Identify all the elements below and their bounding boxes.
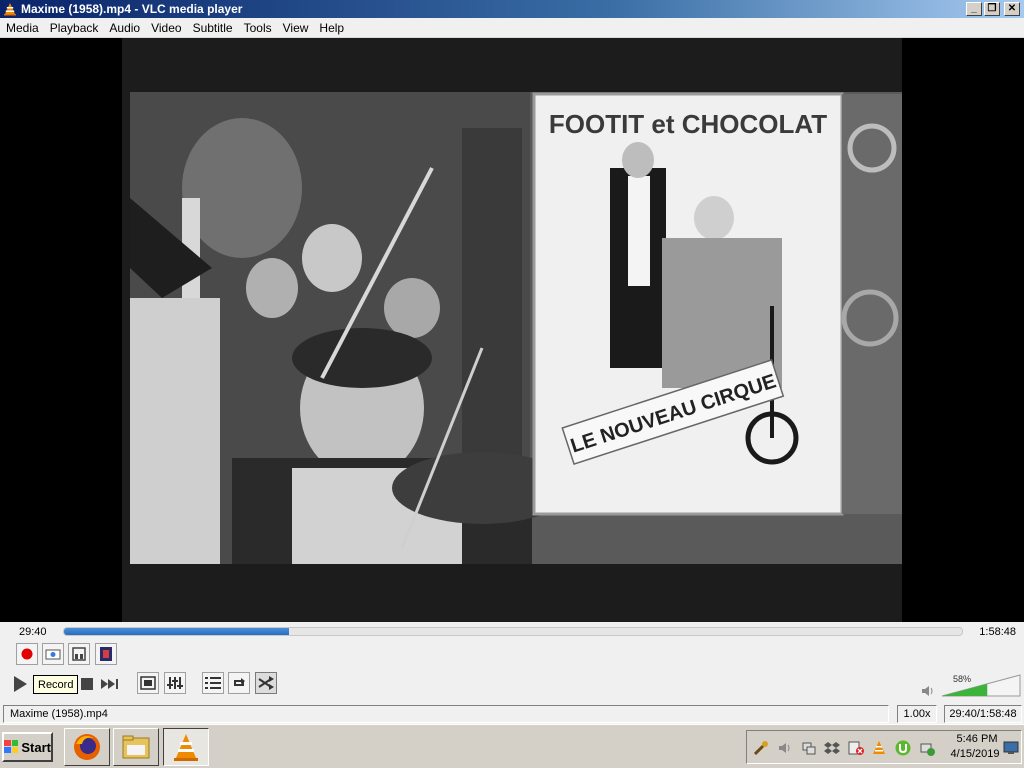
tray-tools-icon[interactable] — [753, 740, 769, 756]
next-track-icon — [101, 679, 118, 689]
loop-ab-icon — [72, 647, 86, 661]
window-title: Maxime (1958).mp4 - VLC media player — [21, 2, 243, 16]
taskbar-explorer[interactable] — [113, 728, 159, 766]
window-titlebar[interactable]: Maxime (1958).mp4 - VLC media player _ ❐… — [0, 0, 1024, 18]
minimize-icon: _ — [971, 3, 977, 14]
start-label: Start — [21, 739, 51, 755]
seek-row: 29:40 1:58:48 — [0, 622, 1024, 642]
record-icon — [21, 648, 33, 660]
folder-icon — [122, 735, 150, 759]
tray-network-status-icon[interactable] — [919, 740, 935, 756]
menu-video[interactable]: Video — [146, 18, 186, 38]
total-time[interactable]: 1:58:48 — [979, 626, 1016, 638]
clock-date[interactable]: 4/15/2019 — [947, 748, 1003, 760]
playlist-button[interactable] — [202, 672, 224, 694]
menu-media[interactable]: Media — [1, 18, 44, 38]
menu-playback[interactable]: Playback — [45, 18, 104, 38]
taskbar: Start 5:46 PM 4/15/2019 — [0, 724, 1024, 768]
volume-icon[interactable] — [921, 684, 935, 698]
shuffle-button[interactable] — [255, 672, 277, 694]
menu-help[interactable]: Help — [314, 18, 349, 38]
taskbar-firefox[interactable] — [64, 728, 110, 766]
stop-button[interactable] — [76, 673, 98, 695]
play-icon — [14, 676, 27, 692]
record-tooltip: Record — [33, 675, 79, 694]
playback-speed[interactable]: 1.00x — [897, 705, 937, 723]
playlist-icon — [205, 677, 221, 689]
snapshot-icon — [45, 649, 61, 660]
seek-slider[interactable] — [63, 627, 963, 636]
system-tray: 5:46 PM 4/15/2019 — [746, 730, 1022, 764]
controls-panel: 29:40 1:58:48 58% — [0, 622, 1024, 704]
snapshot-button[interactable] — [42, 643, 64, 665]
close-icon: ✕ — [1007, 3, 1017, 14]
extended-settings-button[interactable] — [164, 672, 186, 694]
menu-audio[interactable]: Audio — [104, 18, 145, 38]
video-frame[interactable]: FOOTIT et CHOCOLAT LE NOUVEAU CIRQUE — [122, 38, 902, 622]
minimize-button[interactable]: _ — [966, 2, 982, 16]
tray-utorrent-icon[interactable] — [895, 740, 911, 756]
menu-tools[interactable]: Tools — [239, 18, 277, 38]
stop-icon — [81, 678, 93, 690]
close-button[interactable]: ✕ — [1004, 2, 1020, 16]
seek-progress — [64, 628, 289, 635]
equalizer-icon — [167, 677, 183, 689]
loop-button[interactable] — [228, 672, 250, 694]
play-button[interactable] — [6, 671, 34, 697]
record-button[interactable] — [16, 643, 38, 665]
tray-network-icon[interactable] — [801, 740, 817, 756]
next-button[interactable] — [100, 673, 122, 695]
loop-ab-button[interactable] — [68, 643, 90, 665]
start-button[interactable]: Start — [2, 732, 53, 762]
menu-view[interactable]: View — [278, 18, 314, 38]
restore-icon: ❐ — [987, 3, 997, 14]
menu-bar: Media Playback Audio Video Subtitle Tool… — [0, 18, 1024, 38]
video-area[interactable]: FOOTIT et CHOCOLAT LE NOUVEAU CIRQUE — [0, 38, 1024, 622]
status-time[interactable]: 29:40/1:58:48 — [944, 705, 1022, 723]
fullscreen-button[interactable] — [137, 672, 159, 694]
windows-logo-icon — [4, 740, 19, 753]
tray-dropbox-icon[interactable] — [824, 740, 840, 756]
frame-by-frame-icon — [100, 647, 112, 661]
tray-vlc-icon[interactable] — [871, 740, 887, 756]
fullscreen-icon — [140, 676, 156, 690]
firefox-icon — [74, 734, 100, 760]
vlc-cone-icon — [4, 3, 16, 16]
video-still: FOOTIT et CHOCOLAT LE NOUVEAU CIRQUE — [122, 38, 902, 622]
restore-button[interactable]: ❐ — [984, 2, 1000, 16]
show-desktop-icon[interactable] — [1003, 740, 1019, 756]
tray-security-alert-icon[interactable] — [848, 740, 864, 756]
menu-subtitle[interactable]: Subtitle — [188, 18, 238, 38]
status-filename: Maxime (1958).mp4 — [3, 705, 889, 723]
elapsed-time: 29:40 — [19, 626, 47, 638]
loop-icon — [234, 678, 245, 686]
tray-volume-icon[interactable] — [777, 740, 793, 756]
clock-time[interactable]: 5:46 PM — [955, 733, 999, 745]
volume-slider[interactable] — [940, 673, 1022, 697]
poster-title: FOOTIT et CHOCOLAT — [549, 109, 827, 139]
frame-by-frame-button[interactable] — [95, 643, 117, 665]
taskbar-vlc[interactable] — [163, 728, 209, 766]
shuffle-icon — [258, 676, 274, 690]
vlc-cone-icon — [174, 734, 198, 761]
status-bar: Maxime (1958).mp4 1.00x 29:40/1:58:48 — [0, 704, 1024, 724]
